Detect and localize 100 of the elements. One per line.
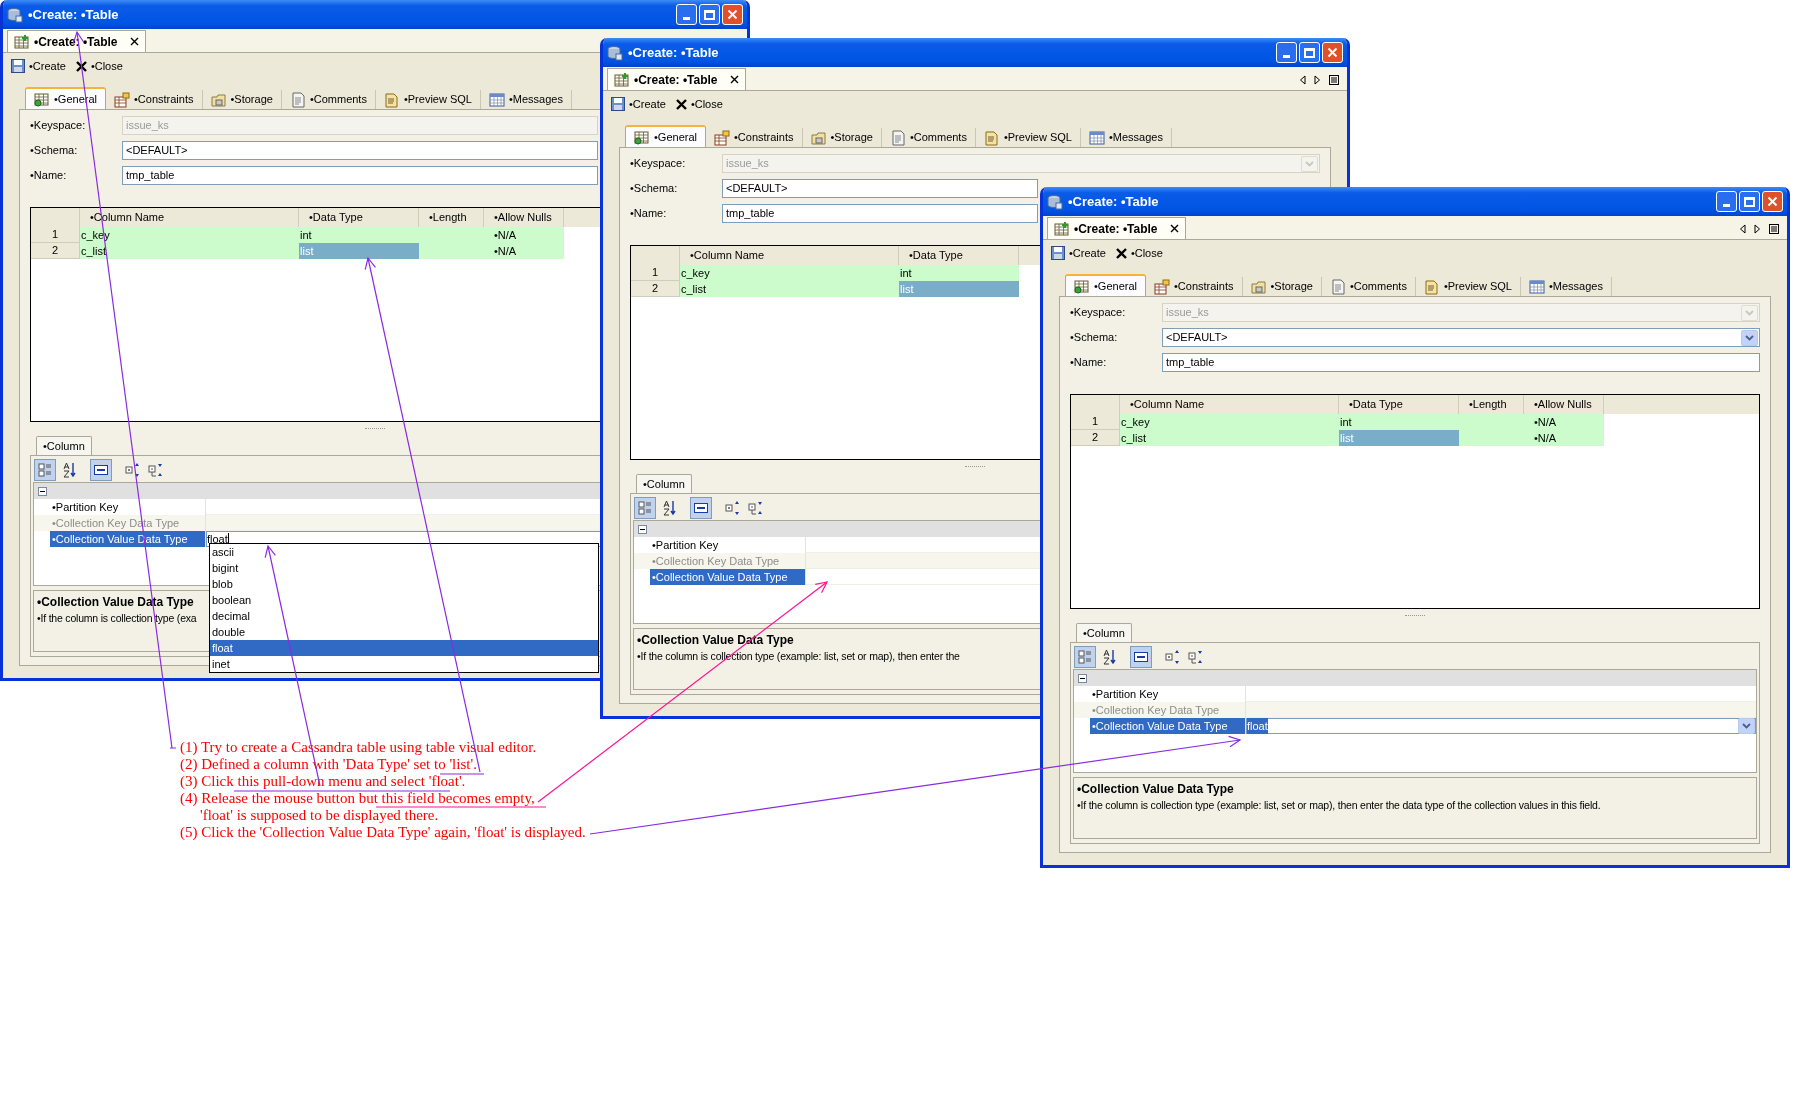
table-icon	[114, 91, 130, 108]
tab[interactable]: •General	[1065, 274, 1146, 296]
properties-icon[interactable]	[1130, 646, 1152, 668]
table-cell: c_list	[680, 281, 899, 297]
create-button[interactable]: •Create	[1051, 244, 1106, 262]
editor-tab[interactable]: •Create: •Table	[607, 68, 746, 90]
dropdown-option[interactable]: blob	[210, 576, 598, 592]
table-icon	[1074, 278, 1090, 294]
left-arrow-icon[interactable]	[1299, 75, 1306, 85]
table-cell: c_key	[680, 265, 899, 281]
right-arrow-icon[interactable]	[1754, 224, 1761, 234]
dropdown-option[interactable]: decimal	[210, 608, 598, 624]
collapse-icon[interactable]	[638, 524, 647, 534]
row-number: 1	[631, 265, 680, 281]
input-field[interactable]: <DEFAULT>	[122, 141, 598, 160]
field-value: float	[207, 531, 228, 547]
dropdown-option[interactable]: bigint	[210, 560, 598, 576]
input-field[interactable]: <DEFAULT>	[1162, 328, 1760, 347]
maximize-button[interactable]	[1739, 191, 1760, 212]
value-field[interactable]: float	[1246, 718, 1756, 734]
editor-tab[interactable]: •Create: •Table	[1047, 217, 1186, 239]
table-icon	[714, 129, 730, 146]
row-number: 2	[1071, 430, 1120, 446]
close-icon	[1767, 196, 1778, 207]
dropdown-option[interactable]: boolean	[210, 592, 598, 608]
column-tab[interactable]: •Column	[636, 474, 692, 493]
dropdown-option[interactable]: inet	[210, 656, 598, 672]
document-icon	[1423, 278, 1440, 295]
save-icon	[611, 97, 625, 111]
close-icon[interactable]	[729, 75, 739, 84]
tab[interactable]: •General	[25, 87, 106, 109]
close-icon[interactable]	[129, 37, 139, 46]
database-icon	[1047, 193, 1063, 210]
close-icon[interactable]	[1169, 224, 1179, 233]
field-label: •Name:	[1070, 355, 1108, 371]
right-arrow-icon[interactable]	[1314, 75, 1321, 85]
row-number: 2	[631, 281, 680, 297]
close-icon	[75, 60, 87, 72]
annotation-text: (2) Defined a column with 'Data Type' set to 'list'.	[180, 756, 478, 773]
property-name[interactable]: •Collection Value Data Type	[1090, 718, 1246, 734]
table-icon	[1154, 278, 1170, 295]
close-button[interactable]	[722, 4, 743, 25]
grid-icon	[1088, 129, 1105, 146]
close-button[interactable]: •Close	[675, 95, 723, 113]
minimize-button[interactable]	[1716, 191, 1737, 212]
row-number: 1	[1071, 414, 1120, 430]
table-icon	[14, 33, 30, 50]
table-cell: •N/A	[1524, 414, 1604, 430]
database-icon	[7, 6, 23, 23]
dropdown-option[interactable]: double	[210, 624, 598, 640]
row-number: 1	[31, 227, 80, 243]
field-label: •Keyspace:	[630, 156, 687, 172]
field-label: •Keyspace:	[30, 118, 87, 134]
left-arrow-icon[interactable]	[1739, 224, 1746, 234]
database-icon	[607, 44, 623, 61]
description-title: •Collection Value Data Type	[37, 594, 194, 611]
menu-icon[interactable]	[1769, 224, 1779, 234]
sash-handle[interactable]	[1405, 614, 1425, 618]
sash-handle[interactable]	[965, 465, 985, 469]
maximize-button[interactable]	[1299, 42, 1320, 63]
column-tab[interactable]: •Column	[36, 436, 92, 455]
property-name[interactable]: •Collection Value Data Type	[50, 531, 206, 547]
close-button[interactable]	[1762, 191, 1783, 212]
collapse-icon[interactable]	[1078, 673, 1087, 683]
properties-icon[interactable]	[90, 459, 112, 481]
create-button[interactable]: •Create	[611, 95, 666, 113]
document-icon	[1329, 278, 1346, 295]
close-button[interactable]: •Close	[75, 57, 123, 75]
save-icon	[1051, 246, 1065, 260]
document-icon	[289, 91, 306, 108]
table-icon	[34, 91, 50, 107]
input-field[interactable]: tmp_table	[722, 204, 1038, 223]
table-cell: c_key	[1120, 414, 1339, 430]
close-button[interactable]: •Close	[1115, 244, 1163, 262]
maximize-button[interactable]	[699, 4, 720, 25]
table-cell: •N/A	[484, 227, 564, 243]
document-icon	[889, 129, 906, 146]
window-title: •Create: •Table	[28, 5, 119, 24]
description-text: •If the column is collection type (example: list, set or map), then enter the data type of the collection values in this field.	[1077, 798, 1601, 813]
tab[interactable]: •General	[625, 125, 706, 147]
menu-icon[interactable]	[1329, 75, 1339, 85]
input-field[interactable]: <DEFAULT>	[722, 179, 1038, 198]
field-label: •Keyspace:	[1070, 305, 1127, 321]
dropdown-option[interactable]: ascii	[210, 544, 598, 560]
save-icon	[11, 59, 25, 73]
description-text: •If the column is collection type (exa	[37, 611, 197, 626]
property-name[interactable]: •Collection Value Data Type	[650, 569, 806, 585]
properties-icon[interactable]	[690, 497, 712, 519]
input-field[interactable]: tmp_table	[1162, 353, 1760, 372]
column-tab[interactable]: •Column	[1076, 623, 1132, 642]
annotation-text: (5) Click the 'Collection Value Data Type' again, 'float' is displayed.	[180, 824, 586, 841]
minimize-button[interactable]	[676, 4, 697, 25]
collapse-icon[interactable]	[38, 486, 47, 496]
sash-handle[interactable]	[365, 427, 385, 431]
dropdown-option[interactable]: float	[210, 640, 598, 656]
close-button[interactable]	[1322, 42, 1343, 63]
input-field[interactable]: tmp_table	[122, 166, 598, 185]
create-button[interactable]: •Create	[11, 57, 66, 75]
minimize-button[interactable]	[1276, 42, 1297, 63]
window-title: •Create: •Table	[1068, 192, 1159, 211]
